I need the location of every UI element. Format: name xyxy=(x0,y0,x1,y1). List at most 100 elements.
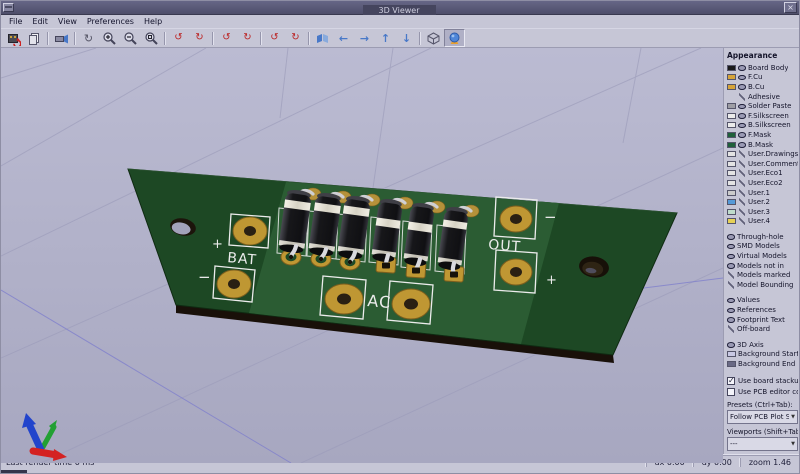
move-left-button[interactable]: ← xyxy=(333,29,354,47)
visibility-icon[interactable] xyxy=(738,121,746,129)
visibility-icon[interactable] xyxy=(727,252,735,260)
copy-image-button[interactable] xyxy=(24,29,45,47)
visibility-icon[interactable] xyxy=(727,262,735,270)
rotate-x-ccw-button[interactable]: ↺ xyxy=(168,29,189,47)
background-color-swatch[interactable] xyxy=(727,351,736,357)
visibility-icon[interactable] xyxy=(738,189,746,197)
visibility-icon[interactable] xyxy=(738,102,746,110)
environment-row[interactable]: 3D Axis xyxy=(727,340,798,350)
editor-copper-checkbox-row[interactable]: Use PCB editor coppe xyxy=(727,386,798,397)
layer-row[interactable]: B.Mask xyxy=(727,140,798,150)
layer-row[interactable]: User.1 xyxy=(727,188,798,198)
environment-row[interactable]: Background Start xyxy=(727,350,798,360)
visibility-icon[interactable] xyxy=(738,83,746,91)
rotate-z-ccw-button[interactable]: ↺ xyxy=(264,29,285,47)
presets-dropdown[interactable]: Follow PCB Plot Se... ▼ xyxy=(727,410,798,424)
checkbox-icon[interactable] xyxy=(727,377,735,385)
visibility-icon[interactable] xyxy=(738,198,746,206)
visibility-icon[interactable] xyxy=(727,281,735,289)
layer-row[interactable]: Solder Paste xyxy=(727,101,798,111)
rotate-x-cw-button[interactable]: ↻ xyxy=(189,29,210,47)
layer-row[interactable]: User.Eco1 xyxy=(727,169,798,179)
menu-view[interactable]: View xyxy=(53,16,82,27)
stackup-colors-checkbox-row[interactable]: Use board stackup co xyxy=(727,375,798,386)
orthographic-projection-button[interactable] xyxy=(423,29,444,47)
layer-row[interactable]: User.Eco2 xyxy=(727,178,798,188)
move-right-button[interactable]: → xyxy=(354,29,375,47)
model-option-row[interactable]: Models marked xyxy=(727,270,798,280)
layer-row[interactable]: Adhesive xyxy=(727,92,798,102)
visibility-icon[interactable] xyxy=(738,217,746,225)
title-bar[interactable]: 3D Viewer × xyxy=(1,1,799,15)
move-down-button[interactable]: ↓ xyxy=(396,29,417,47)
menu-edit[interactable]: Edit xyxy=(27,16,53,27)
layer-row[interactable]: Board Body xyxy=(727,63,798,73)
checkbox-icon[interactable] xyxy=(727,388,735,396)
layer-row[interactable]: F.Cu xyxy=(727,73,798,83)
visibility-icon[interactable] xyxy=(727,296,735,304)
rotate-z-cw-button[interactable]: ↻ xyxy=(285,29,306,47)
layer-row[interactable]: F.Silkscreen xyxy=(727,111,798,121)
visibility-icon[interactable] xyxy=(738,160,746,168)
window-menu-icon[interactable] xyxy=(3,3,14,12)
viewport[interactable]: + BAT − AC OUT − + xyxy=(1,48,723,454)
visibility-icon[interactable] xyxy=(727,306,735,314)
visibility-icon[interactable] xyxy=(727,242,735,250)
text-option-row[interactable]: Off-board xyxy=(727,324,798,334)
layer-row[interactable]: User.4 xyxy=(727,217,798,227)
menu-preferences[interactable]: Preferences xyxy=(82,16,139,27)
menu-help[interactable]: Help xyxy=(139,16,167,27)
zoom-out-button[interactable] xyxy=(120,29,141,47)
visibility-icon[interactable] xyxy=(738,73,746,81)
layer-row[interactable]: User.2 xyxy=(727,197,798,207)
visibility-icon[interactable] xyxy=(727,233,735,241)
visibility-icon[interactable] xyxy=(738,131,746,139)
viewports-dropdown[interactable]: --- ▼ xyxy=(727,437,798,451)
visibility-icon[interactable] xyxy=(738,179,746,187)
visibility-icon[interactable] xyxy=(727,341,735,349)
visibility-icon[interactable] xyxy=(738,141,746,149)
layer-color-swatch xyxy=(727,65,736,71)
ac-label: AC xyxy=(367,291,392,312)
text-option-row[interactable]: Values xyxy=(727,296,798,306)
layer-color-swatch xyxy=(727,190,736,196)
rotate-y-ccw-button[interactable]: ↺ xyxy=(216,29,237,47)
layer-row[interactable]: F.Mask xyxy=(727,130,798,140)
visibility-icon[interactable] xyxy=(738,169,746,177)
render-options-button[interactable] xyxy=(51,29,72,47)
rotate-y-cw-button[interactable]: ↻ xyxy=(237,29,258,47)
menu-file[interactable]: File xyxy=(4,16,27,27)
move-up-button[interactable]: ↑ xyxy=(375,29,396,47)
text-option-row[interactable]: Footprint Text xyxy=(727,315,798,325)
layer-row[interactable]: B.Cu xyxy=(727,82,798,92)
visibility-icon[interactable] xyxy=(727,325,735,333)
visibility-icon[interactable] xyxy=(738,208,746,216)
model-option-row[interactable]: Through-hole xyxy=(727,232,798,242)
layer-row[interactable]: B.Silkscreen xyxy=(727,121,798,131)
flip-board-button[interactable] xyxy=(312,29,333,47)
close-icon[interactable]: × xyxy=(784,2,797,13)
visibility-icon[interactable] xyxy=(738,112,746,120)
model-option-row[interactable]: Virtual Models xyxy=(727,251,798,261)
text-option-row[interactable]: References xyxy=(727,305,798,315)
refresh-view-button[interactable]: ↻ xyxy=(78,29,99,47)
reload-board-button[interactable] xyxy=(3,29,24,47)
raytracing-render-button[interactable] xyxy=(444,29,465,47)
toolbar: ↻ ↺ ↻ ↺ xyxy=(1,29,799,48)
model-option-row[interactable]: SMD Models xyxy=(727,242,798,252)
zoom-fit-button[interactable] xyxy=(141,29,162,47)
visibility-icon[interactable] xyxy=(738,64,746,72)
background-color-swatch[interactable] xyxy=(727,361,736,367)
visibility-icon[interactable] xyxy=(727,316,735,324)
layer-row[interactable]: User.3 xyxy=(727,207,798,217)
visibility-icon[interactable] xyxy=(727,271,735,279)
layer-row[interactable]: User.Comments xyxy=(727,159,798,169)
model-option-row[interactable]: Model Bounding xyxy=(727,280,798,290)
3d-scene[interactable]: + BAT − AC OUT − + xyxy=(1,48,723,463)
visibility-icon[interactable] xyxy=(738,93,746,101)
model-option-row[interactable]: Models not in xyxy=(727,261,798,271)
zoom-in-button[interactable] xyxy=(99,29,120,47)
environment-row[interactable]: Background End xyxy=(727,359,798,369)
layer-row[interactable]: User.Drawings xyxy=(727,149,798,159)
visibility-icon[interactable] xyxy=(738,150,746,158)
